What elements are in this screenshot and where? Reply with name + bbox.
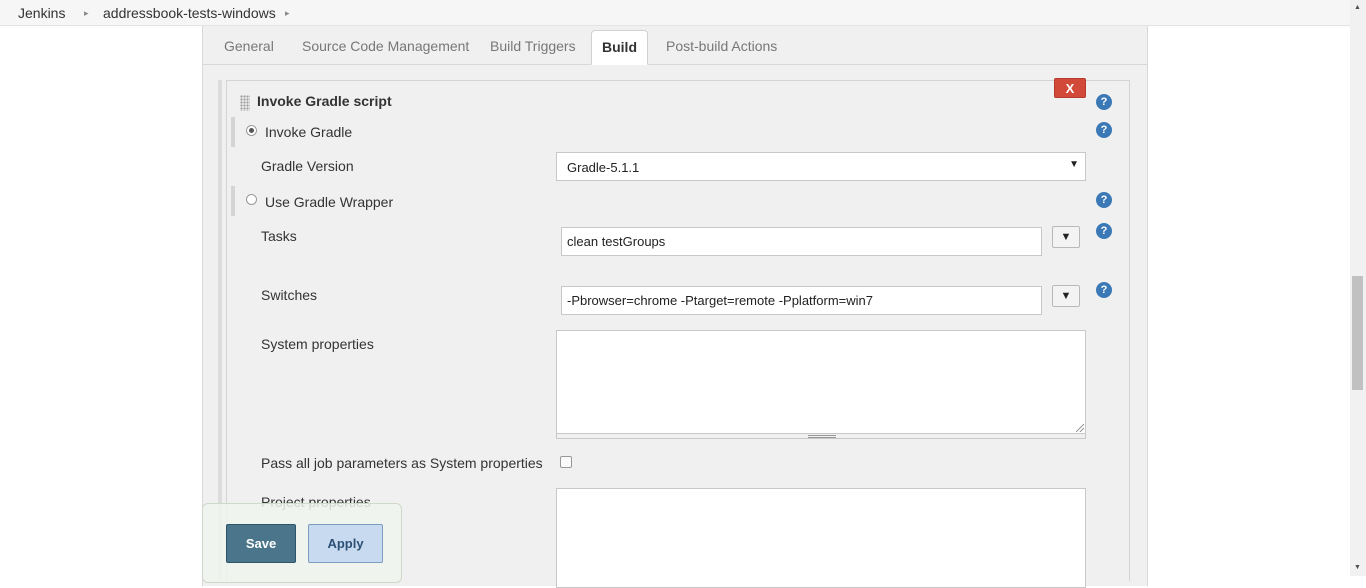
switches-label: Switches	[261, 287, 318, 303]
resize-grip-icon[interactable]	[1076, 424, 1084, 432]
scroll-down-icon[interactable]: ▼	[1354, 564, 1361, 571]
gradle-version-select[interactable]: Gradle-5.1.1 ▼	[556, 152, 1086, 181]
switches-input[interactable]: -Pbrowser=chrome -Ptarget=remote -Pplatf…	[561, 286, 1042, 315]
breadcrumb-separator[interactable]: ▸	[285, 8, 290, 19]
tasks-expand-button[interactable]: ▼	[1052, 226, 1080, 248]
textarea-expand-handle[interactable]	[556, 433, 1086, 439]
help-tasks-icon[interactable]: ?	[1096, 223, 1112, 239]
apply-button[interactable]: Apply	[308, 524, 383, 563]
invoke-gradle-label: Invoke Gradle	[265, 124, 353, 140]
help-step-icon[interactable]: ?	[1096, 94, 1112, 110]
gradle-version-value: Gradle-5.1.1	[567, 160, 640, 175]
tasks-label: Tasks	[261, 228, 297, 244]
radio-group-bar	[231, 186, 235, 216]
breadcrumb-separator[interactable]: ▸	[84, 8, 89, 19]
breadcrumb-job[interactable]: addressbook-tests-windows	[103, 5, 276, 21]
pass-params-label: Pass all job parameters as System proper…	[261, 455, 543, 471]
tasks-input[interactable]: clean testGroups	[561, 227, 1042, 256]
delete-step-button[interactable]: X	[1054, 78, 1086, 98]
pass-params-checkbox[interactable]	[560, 456, 572, 468]
chevron-down-icon: ▼	[1069, 159, 1079, 170]
project-properties-textarea[interactable]	[556, 488, 1086, 588]
use-gradle-wrapper-radio[interactable]	[246, 194, 257, 205]
drag-handle-icon[interactable]	[240, 95, 250, 111]
step-title: Invoke Gradle script	[257, 93, 392, 109]
tab-build-triggers[interactable]: Build Triggers	[490, 38, 576, 54]
tab-post-build-actions[interactable]: Post-build Actions	[666, 38, 777, 54]
save-button[interactable]: Save	[226, 524, 296, 563]
tab-general[interactable]: General	[224, 38, 274, 54]
tab-build[interactable]: Build	[591, 30, 648, 65]
breadcrumb: Jenkins ▸ addressbook-tests-windows ▸	[0, 0, 1350, 26]
config-tabbar: General Source Code Management Build Tri…	[203, 26, 1147, 65]
system-properties-label: System properties	[261, 336, 374, 352]
tab-source-code-management[interactable]: Source Code Management	[302, 38, 469, 54]
system-properties-textarea[interactable]	[556, 330, 1086, 434]
invoke-gradle-radio[interactable]	[246, 125, 257, 136]
help-switches-icon[interactable]: ?	[1096, 282, 1112, 298]
scrollbar-thumb[interactable]	[1352, 276, 1363, 390]
help-invoke-gradle-icon[interactable]: ?	[1096, 122, 1112, 138]
gradle-version-label: Gradle Version	[261, 158, 354, 174]
scroll-up-icon[interactable]: ▲	[1354, 4, 1361, 11]
help-gradle-wrapper-icon[interactable]: ?	[1096, 192, 1112, 208]
radio-group-bar	[231, 117, 235, 147]
switches-expand-button[interactable]: ▼	[1052, 285, 1080, 307]
breadcrumb-jenkins[interactable]: Jenkins	[18, 5, 65, 21]
use-gradle-wrapper-label: Use Gradle Wrapper	[265, 194, 394, 210]
